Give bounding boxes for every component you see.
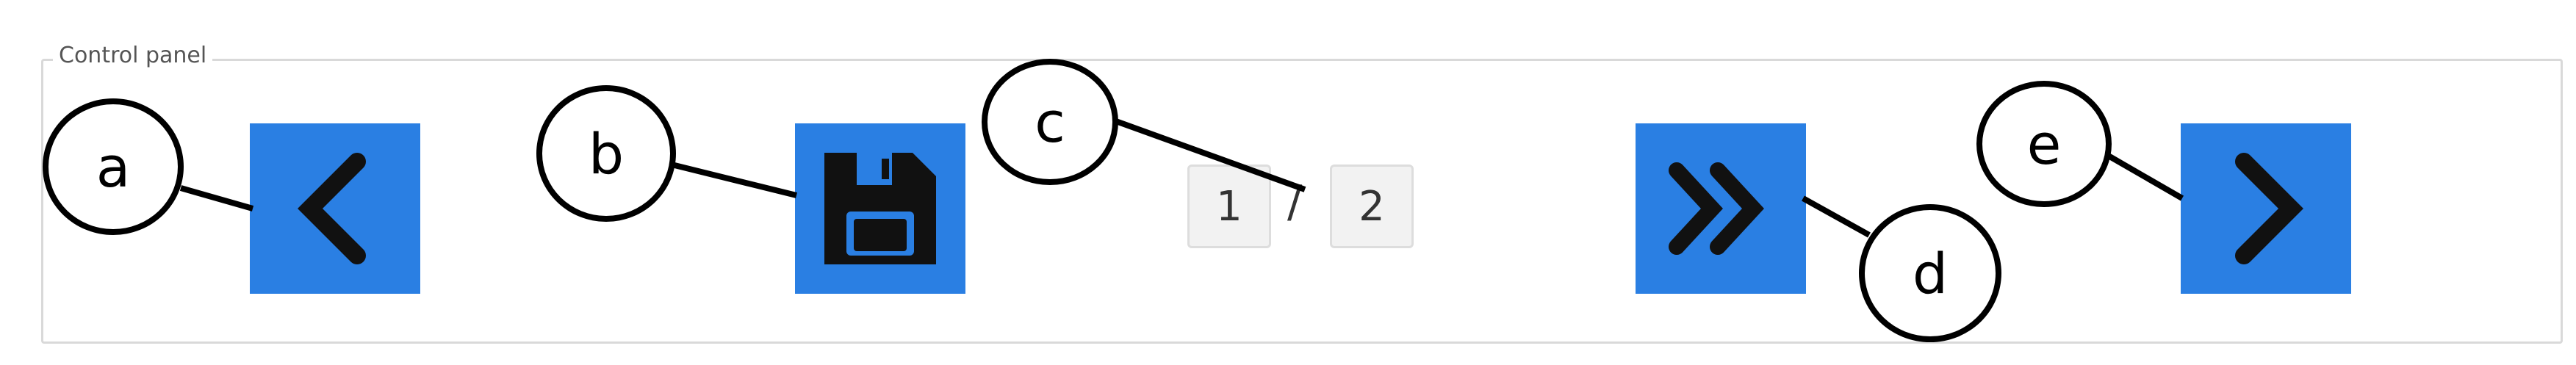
callout-line-d	[1802, 195, 1871, 238]
callout-line-e	[2104, 151, 2184, 201]
callout-leader-lines	[179, 118, 2184, 238]
callout-a: a	[43, 98, 184, 235]
callout-line-b	[671, 162, 797, 198]
callout-d: d	[1859, 204, 2001, 342]
callout-e: e	[1976, 81, 2112, 207]
callout-c: c	[982, 59, 1118, 185]
callout-line-a	[179, 185, 254, 212]
control-panel-figure: Control panel 1 / 2 a b c d e	[0, 0, 2576, 365]
callout-b: b	[536, 85, 676, 222]
callout-line-c	[1112, 118, 1306, 192]
